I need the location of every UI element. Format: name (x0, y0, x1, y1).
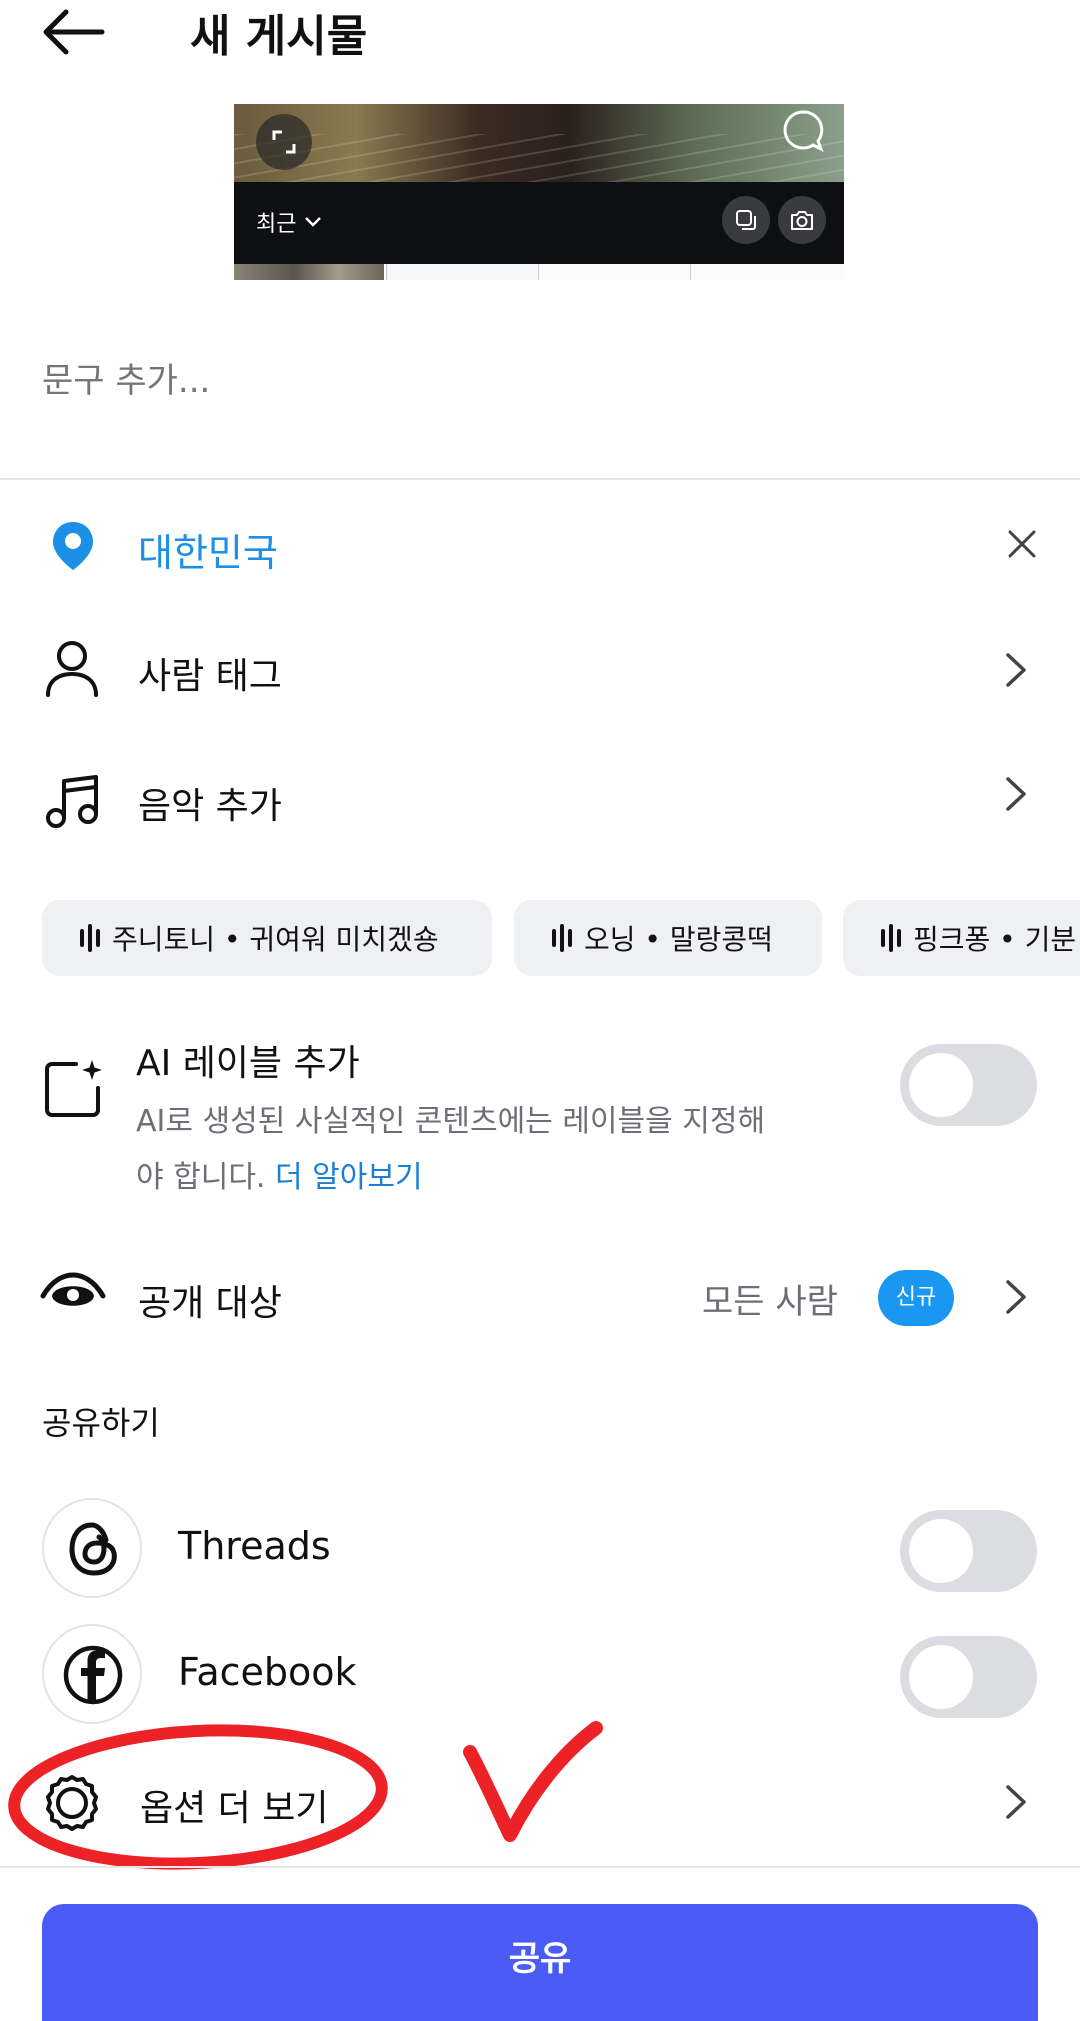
tag-people-label: 사람 태그 (138, 656, 282, 697)
share-section-title: 공유하기 (42, 1404, 160, 1442)
music-chip[interactable]: 핑크퐁 • 기분 (843, 900, 1080, 976)
annotation-overlay (8, 1721, 603, 1870)
location-pin-icon (53, 522, 93, 570)
chevron-right-icon (1006, 653, 1026, 687)
audio-bars-icon (80, 924, 100, 952)
back-arrow-icon[interactable] (40, 8, 106, 56)
fur-texture (234, 134, 844, 182)
ai-label-toggle[interactable] (900, 1044, 1037, 1126)
person-icon (46, 641, 98, 697)
multi-select-icon (736, 210, 756, 230)
album-label: 최근 (256, 212, 297, 237)
ai-label-icon (45, 1060, 102, 1117)
eye-icon (40, 1272, 106, 1306)
thumbnail[interactable] (538, 264, 689, 280)
audience-label: 공개 대상 (138, 1283, 282, 1324)
threads-icon (42, 1498, 142, 1598)
ai-label-title: AI 레이블 추가 (136, 1043, 360, 1084)
audio-bars-icon (552, 924, 572, 952)
new-badge: 신규 (878, 1270, 954, 1326)
music-chip-label: 오닝 • 말랑콩떡 (584, 923, 773, 956)
header: 새 게시물 (0, 0, 1080, 70)
share-threads-label: Threads (178, 1524, 331, 1568)
music-chip[interactable]: 주니토니 • 귀여워 미치겠숑 (42, 900, 492, 976)
music-chip-label: 주니토니 • 귀여워 미치겠숑 (112, 923, 439, 956)
add-music-row[interactable]: 음악 추가 (0, 755, 1080, 845)
ai-label-row: AI 레이블 추가 AI로 생성된 사실적인 콘텐츠에는 레이블을 지정해야 합… (0, 1030, 1080, 1210)
ai-label-description-text: AI로 생성된 사실적인 콘텐츠에는 레이블을 지정해야 합니다. (136, 1104, 766, 1195)
music-chip-label: 핑크퐁 • 기분 (913, 923, 1077, 956)
multi-select-button[interactable] (722, 196, 770, 244)
expand-icon[interactable] (256, 114, 312, 170)
music-note-icon (46, 775, 98, 828)
thumbnail[interactable] (234, 264, 384, 280)
audio-bars-icon (881, 924, 901, 952)
close-icon[interactable] (1006, 528, 1038, 560)
toggle-knob (909, 1645, 973, 1709)
chevron-down-icon (305, 217, 322, 227)
audience-value: 모든 사람 (702, 1282, 838, 1322)
camera-icon (791, 211, 813, 230)
chevron-right-icon (1006, 777, 1026, 811)
location-row[interactable]: 대한민국 (0, 500, 1080, 590)
photo-preview[interactable] (234, 104, 844, 182)
album-bar: 최근 (234, 182, 844, 264)
thumbnail-strip (234, 264, 844, 280)
thumbnail[interactable] (690, 264, 844, 280)
caption-input[interactable] (40, 350, 1044, 412)
page-title: 새 게시물 (190, 11, 368, 62)
chevron-right-icon (1006, 1280, 1026, 1314)
learn-more-link[interactable]: 더 알아보기 (275, 1160, 423, 1195)
toggle-knob (909, 1053, 973, 1117)
add-music-label: 음악 추가 (138, 786, 282, 827)
facebook-toggle[interactable] (900, 1636, 1037, 1718)
music-chip[interactable]: 오닝 • 말랑콩떡 (514, 900, 822, 976)
share-threads-row[interactable]: Threads (0, 1496, 1080, 1606)
album-selector[interactable]: 최근 (256, 206, 322, 238)
share-button[interactable]: 공유 (42, 1904, 1038, 2021)
divider (0, 478, 1080, 480)
location-value: 대한민국 (138, 531, 278, 575)
chevron-right-icon (1006, 1785, 1026, 1819)
toggle-knob (909, 1519, 973, 1583)
tag-people-row[interactable]: 사람 태그 (0, 625, 1080, 715)
thumbnail[interactable] (386, 264, 537, 280)
audience-row[interactable]: 공개 대상 모든 사람 신규 (0, 1250, 1080, 1340)
chat-bubble-icon[interactable] (780, 108, 826, 154)
media-picker[interactable]: 최근 (234, 104, 844, 280)
threads-toggle[interactable] (900, 1510, 1037, 1592)
share-facebook-label: Facebook (178, 1650, 357, 1694)
divider (0, 1866, 1080, 1868)
camera-button[interactable] (778, 196, 826, 244)
ai-label-description: AI로 생성된 사실적인 콘텐츠에는 레이블을 지정해야 합니다. 더 알아보기 (136, 1094, 776, 1206)
